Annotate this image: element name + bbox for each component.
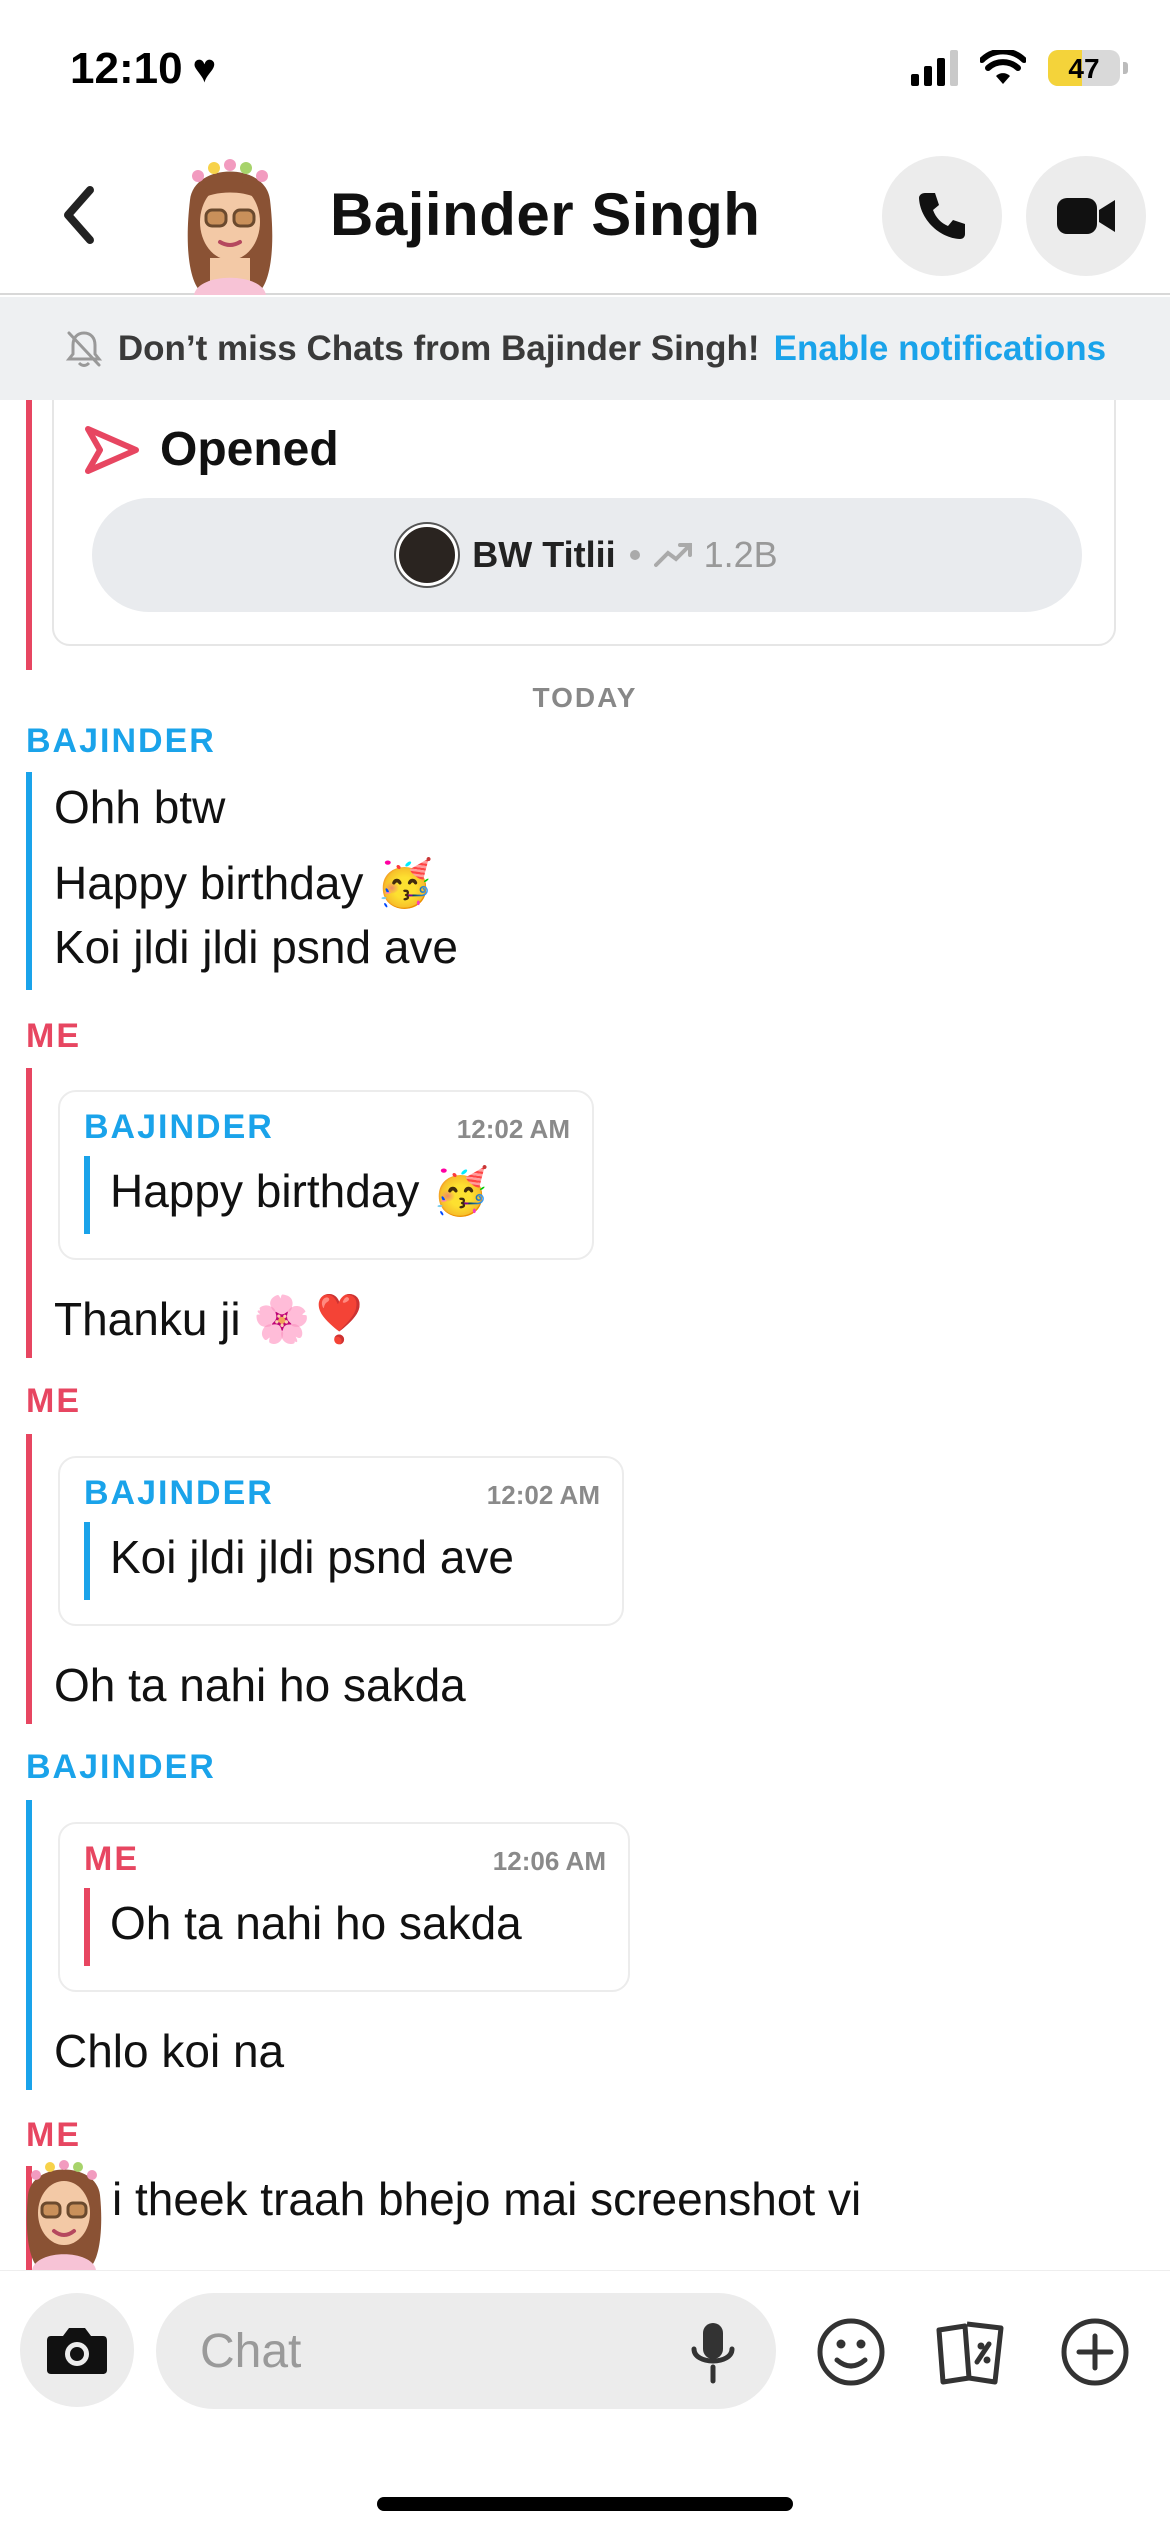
composer-bar: [0, 2270, 1170, 2532]
heart-icon: ♥: [192, 46, 217, 91]
message-text[interactable]: Thanku ji 🌸❣️: [54, 1292, 368, 1347]
sender-label: ME: [26, 1017, 81, 1055]
video-camera-icon: [1057, 198, 1115, 234]
contact-name[interactable]: Bajinder Singh: [330, 180, 760, 249]
message-bar: [26, 1434, 32, 1724]
publisher-avatar: [396, 524, 459, 586]
wifi-icon: [980, 50, 1026, 84]
message-bar: [26, 772, 32, 990]
chat-area[interactable]: Opened BW Titlii 1.2B TODAY BAJINDER Ohh…: [0, 400, 1170, 2270]
message-text[interactable]: Oh ta nahi ho sakda: [54, 1658, 466, 1712]
publisher-name: BW Titlii: [472, 534, 616, 575]
phone-icon: [919, 193, 965, 239]
quoted-message[interactable]: BAJINDER 12:02 AM Koi jldi jldi psnd ave: [58, 1456, 624, 1626]
quote-text: Koi jldi jldi psnd ave: [110, 1531, 515, 1583]
message-bar: [26, 1068, 32, 1358]
status-bar: 12:10 ♥ 47: [0, 0, 1170, 140]
chat-header: Bajinder Singh: [0, 140, 1170, 295]
microphone-icon[interactable]: [688, 2321, 738, 2385]
home-indicator[interactable]: [377, 2497, 793, 2511]
views-count: 1.2B: [653, 534, 778, 576]
notification-message: Don’t miss Chats from Bajinder Singh!: [117, 328, 760, 368]
message-text[interactable]: Chlo koi na: [54, 2024, 284, 2078]
sender-label: BAJINDER: [26, 722, 216, 760]
quote-time: 12:02 AM: [456, 1114, 570, 1144]
opened-status: Opened: [84, 422, 339, 477]
smiley-icon: [817, 2318, 885, 2386]
clock: 12:10: [70, 44, 183, 93]
message-text[interactable]: Happy birthday 🥳: [54, 856, 433, 911]
message-text[interactable]: Ohh btw: [54, 780, 225, 834]
back-arrow-icon[interactable]: [50, 180, 110, 250]
chat-input[interactable]: [156, 2293, 776, 2409]
story-sender-bar: [26, 400, 32, 670]
quote-time: 12:06 AM: [492, 1846, 606, 1876]
battery-percent: 47: [1068, 53, 1100, 84]
story-card[interactable]: Opened BW Titlii 1.2B: [52, 400, 1116, 646]
quote-bar: [84, 1156, 90, 1234]
bitmoji-avatar[interactable]: [170, 140, 290, 295]
status-icons: 47: [911, 50, 1128, 86]
sender-label: ME: [26, 1382, 81, 1420]
status-time: 12:10 ♥: [70, 44, 216, 94]
story-publisher-pill[interactable]: BW Titlii 1.2B: [92, 498, 1082, 612]
cards-button[interactable]: [926, 2307, 1016, 2397]
quote-sender: BAJINDER: [84, 1108, 274, 1146]
quote-time: 12:02 AM: [486, 1480, 600, 1510]
cellular-signal-icon: [911, 50, 958, 86]
separator-dot: [629, 550, 640, 560]
enable-notifications-link[interactable]: Enable notifications: [774, 329, 1107, 369]
camera-icon: [47, 2328, 107, 2374]
message-text[interactable]: Koi jldi jldi psnd ave: [54, 920, 458, 974]
video-call-button[interactable]: [1026, 156, 1146, 276]
muted-bell-icon: [65, 330, 102, 367]
camera-button[interactable]: [20, 2293, 134, 2407]
quote-sender: BAJINDER: [84, 1474, 274, 1512]
plus-circle-icon: [1061, 2318, 1129, 2386]
trending-icon: [653, 543, 692, 567]
views-value: 1.2B: [703, 534, 778, 575]
message-bar: [26, 1800, 32, 2090]
opened-label: Opened: [160, 423, 339, 476]
message-text[interactable]: i theek traah bhejo mai screenshot vi: [112, 2172, 861, 2226]
voice-call-button[interactable]: [882, 156, 1002, 276]
quote-bar: [84, 1522, 90, 1600]
date-divider: TODAY: [532, 682, 638, 713]
my-bitmoji-avatar: [26, 2160, 102, 2270]
more-options-button[interactable]: [1050, 2307, 1140, 2397]
quote-sender: ME: [84, 1840, 139, 1878]
quoted-message[interactable]: BAJINDER 12:02 AM Happy birthday 🥳: [58, 1090, 594, 1260]
quoted-message[interactable]: ME 12:06 AM Oh ta nahi ho sakda: [58, 1822, 630, 1992]
notification-banner: Don’t miss Chats from Bajinder Singh! En…: [0, 297, 1170, 400]
cards-icon: [936, 2321, 1004, 2385]
battery-icon: 47: [1048, 50, 1128, 86]
quote-text: Oh ta nahi ho sakda: [110, 1897, 522, 1949]
emoji-button[interactable]: [806, 2307, 896, 2397]
sender-label: BAJINDER: [26, 1748, 216, 1786]
quote-bar: [84, 1888, 90, 1966]
opened-arrow-icon: [85, 425, 139, 474]
quote-text: Happy birthday 🥳: [110, 1165, 490, 1217]
